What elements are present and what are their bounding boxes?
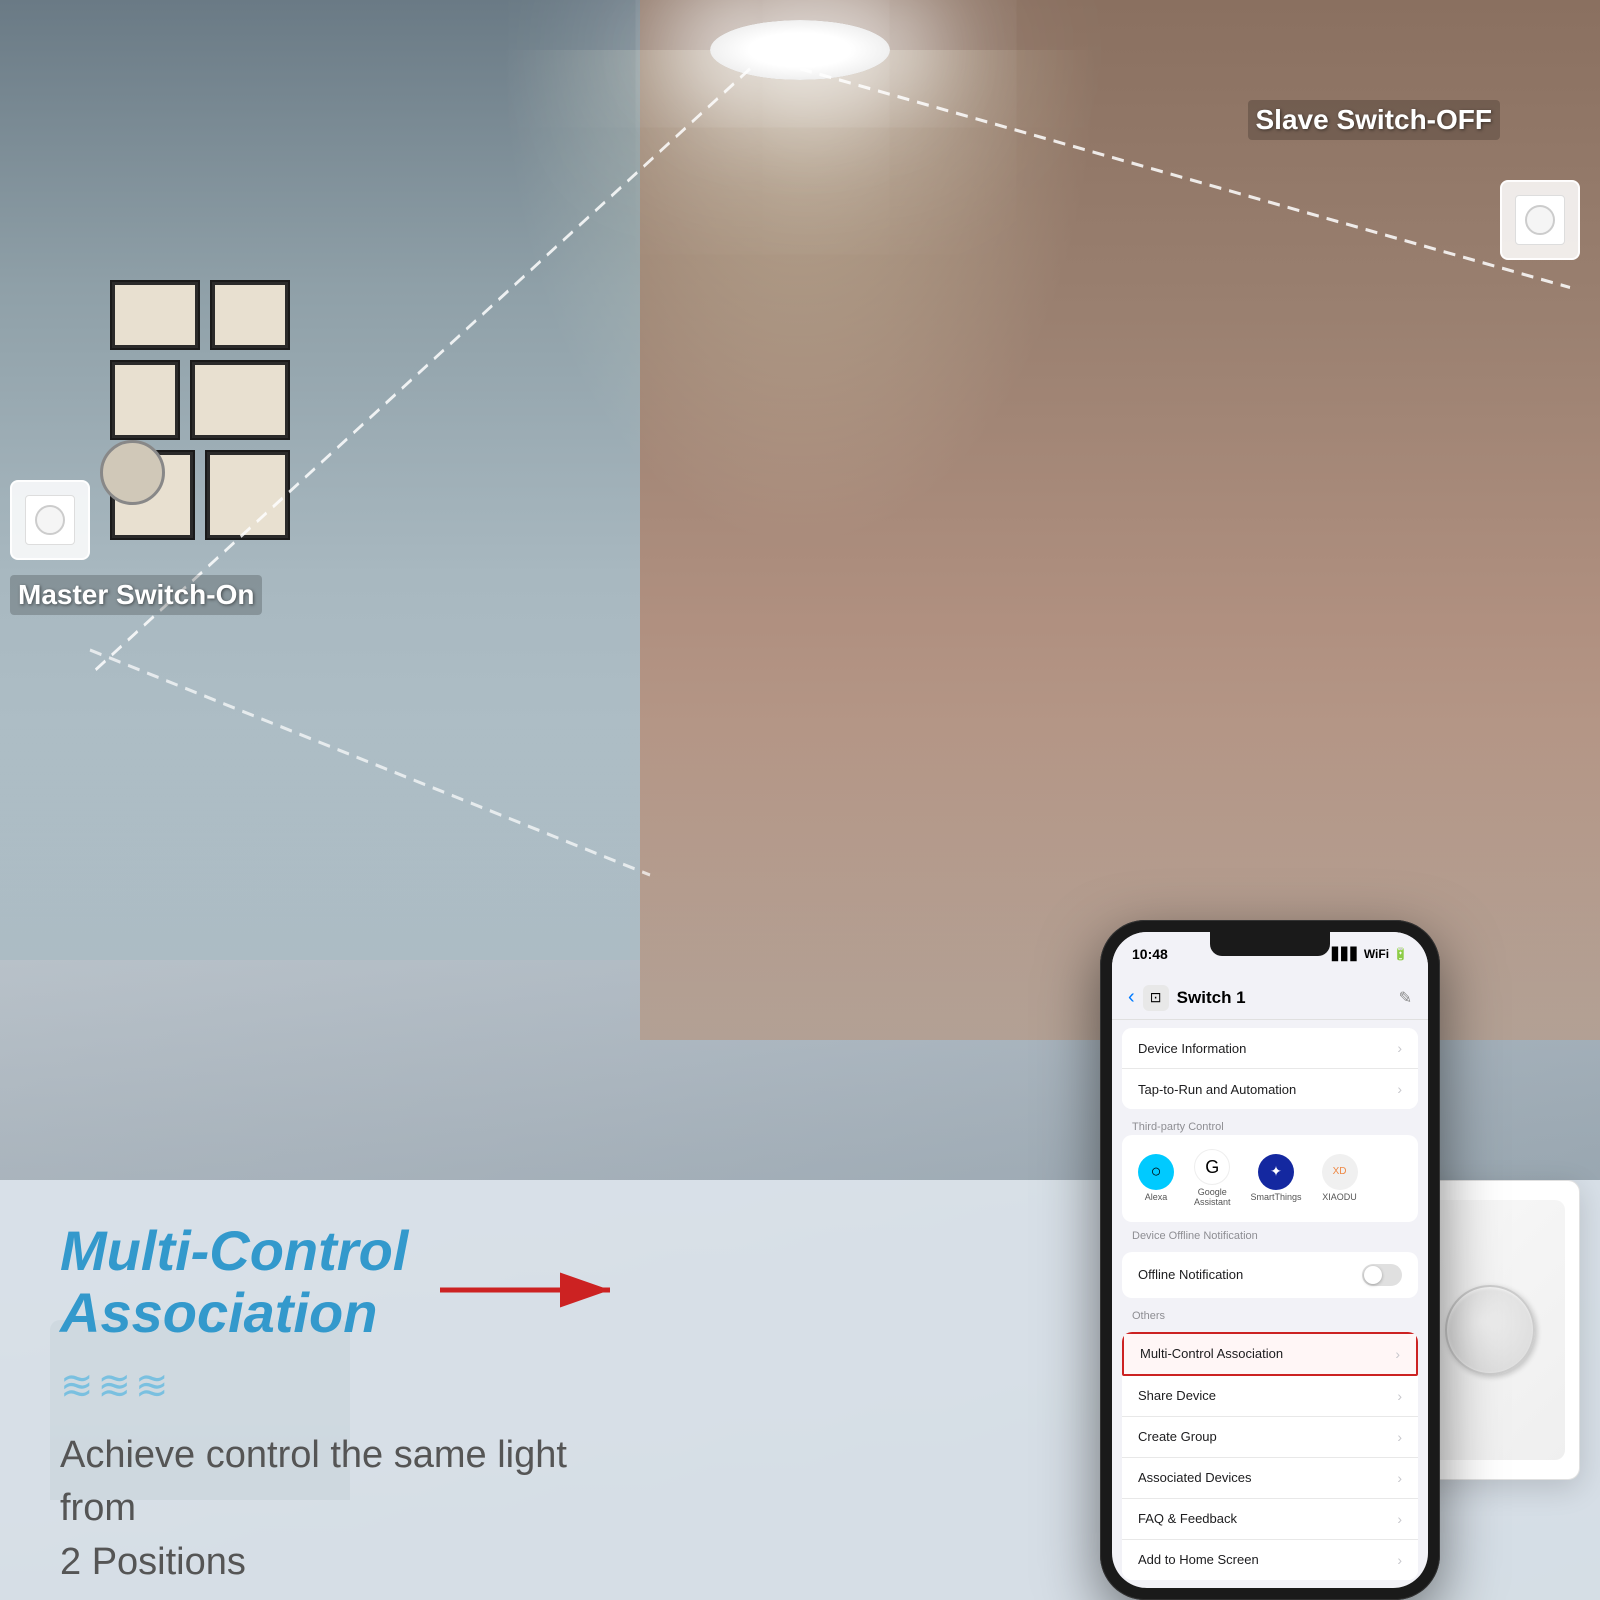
- xiaodu-icon-item[interactable]: XD XIAODU: [1322, 1154, 1358, 1203]
- master-switch-inner: [25, 495, 75, 545]
- others-section-label: Others: [1112, 1306, 1428, 1324]
- offline-section-label: Device Offline Notification: [1112, 1226, 1428, 1244]
- share-device-label: Share Device: [1138, 1388, 1216, 1403]
- menu-item-tap-run[interactable]: Tap-to-Run and Automation ›: [1122, 1069, 1418, 1109]
- switch-button: [1445, 1285, 1535, 1375]
- faq-label: FAQ & Feedback: [1138, 1511, 1237, 1526]
- alexa-circle: ○: [1138, 1154, 1174, 1190]
- menu-item-offline[interactable]: Offline Notification: [1122, 1252, 1418, 1298]
- phone-screen: 10:48 ▋▋▋ WiFi 🔋 ‹ ⊡ Switch 1 ✎ Device I…: [1112, 932, 1428, 1588]
- associated-devices-arrow: ›: [1397, 1470, 1402, 1486]
- description-line2: 2 Positions: [60, 1541, 246, 1583]
- menu-item-device-info[interactable]: Device Information ›: [1122, 1028, 1418, 1069]
- xiaodu-label: XIAODU: [1322, 1193, 1357, 1203]
- description-line1: Achieve control the same light from: [60, 1434, 567, 1529]
- google-label: GoogleAssistant: [1194, 1188, 1231, 1208]
- create-group-arrow: ›: [1397, 1429, 1402, 1445]
- create-group-label: Create Group: [1138, 1429, 1217, 1444]
- feature-description: Achieve control the same light from 2 Po…: [60, 1429, 620, 1589]
- menu-section-offline: Offline Notification: [1122, 1252, 1418, 1298]
- menu-item-share-device[interactable]: Share Device ›: [1122, 1376, 1418, 1417]
- menu-item-create-group[interactable]: Create Group ›: [1122, 1417, 1418, 1458]
- master-switch-box: [10, 480, 90, 560]
- multi-control-label: Multi-Control Association: [1140, 1346, 1283, 1361]
- menu-section-others: Multi-Control Association › Share Device…: [1122, 1332, 1418, 1580]
- nav-title: Switch 1: [1177, 988, 1246, 1008]
- device-icon: ⊡: [1143, 985, 1169, 1011]
- light-ray: [500, 50, 1100, 550]
- offline-label: Offline Notification: [1138, 1267, 1243, 1282]
- menu-item-associated-devices[interactable]: Associated Devices ›: [1122, 1458, 1418, 1499]
- device-info-label: Device Information: [1138, 1041, 1246, 1056]
- status-time: 10:48: [1132, 946, 1168, 962]
- feature-title: Multi-Control Association: [60, 1220, 620, 1343]
- wall-frames: [110, 280, 330, 560]
- slave-switch-inner: [1515, 195, 1565, 245]
- add-home-label: Add to Home Screen: [1138, 1552, 1259, 1567]
- menu-section-main: Device Information › Tap-to-Run and Auto…: [1122, 1028, 1418, 1109]
- device-info-arrow: ›: [1397, 1040, 1402, 1056]
- wifi-icon: WiFi: [1364, 947, 1389, 961]
- signal-icon: ▋▋▋: [1332, 947, 1360, 961]
- master-switch-label: Master Switch-On: [10, 575, 262, 615]
- back-button[interactable]: ‹: [1128, 986, 1135, 1009]
- associated-devices-label: Associated Devices: [1138, 1470, 1251, 1485]
- smartthings-label: SmartThings: [1251, 1193, 1302, 1203]
- menu-item-faq[interactable]: FAQ & Feedback ›: [1122, 1499, 1418, 1540]
- multi-control-arrow: ›: [1395, 1346, 1400, 1362]
- phone-outer: 10:48 ▋▋▋ WiFi 🔋 ‹ ⊡ Switch 1 ✎ Device I…: [1100, 920, 1440, 1600]
- third-party-section: ○ Alexa G GoogleAssistant ✦ SmartThings …: [1122, 1135, 1418, 1222]
- ceiling-light: [710, 20, 890, 80]
- phone-notch: [1210, 932, 1330, 956]
- wall-clock: [100, 440, 165, 505]
- battery-icon: 🔋: [1393, 947, 1408, 961]
- nav-bar: ‹ ⊡ Switch 1 ✎: [1112, 976, 1428, 1020]
- smartthings-icon-item[interactable]: ✦ SmartThings: [1251, 1154, 1302, 1203]
- edit-button[interactable]: ✎: [1399, 988, 1412, 1008]
- tap-run-arrow: ›: [1397, 1081, 1402, 1097]
- alexa-label: Alexa: [1145, 1193, 1168, 1203]
- phone-mockup: 10:48 ▋▋▋ WiFi 🔋 ‹ ⊡ Switch 1 ✎ Device I…: [1100, 920, 1440, 1600]
- master-switch-circle: [35, 505, 65, 535]
- google-circle: G: [1194, 1149, 1230, 1185]
- slave-switch-circle: [1525, 205, 1555, 235]
- xiaodu-circle: XD: [1322, 1154, 1358, 1190]
- faq-arrow: ›: [1397, 1511, 1402, 1527]
- smartthings-circle: ✦: [1258, 1154, 1294, 1190]
- slave-switch-box: [1500, 180, 1580, 260]
- alexa-icon-item[interactable]: ○ Alexa: [1138, 1154, 1174, 1203]
- wave-decoration: ≋≋≋: [60, 1363, 620, 1409]
- third-party-icons: ○ Alexa G GoogleAssistant ✦ SmartThings …: [1138, 1145, 1402, 1212]
- tap-run-label: Tap-to-Run and Automation: [1138, 1082, 1296, 1097]
- share-device-arrow: ›: [1397, 1388, 1402, 1404]
- toggle-thumb: [1364, 1266, 1382, 1284]
- text-content: Multi-Control Association ≋≋≋ Achieve co…: [60, 1220, 620, 1589]
- menu-item-multi-control[interactable]: Multi-Control Association ›: [1122, 1332, 1418, 1376]
- menu-item-add-home[interactable]: Add to Home Screen ›: [1122, 1540, 1418, 1580]
- third-party-section-label: Third-party Control: [1112, 1117, 1428, 1135]
- add-home-arrow: ›: [1397, 1552, 1402, 1568]
- google-icon-item[interactable]: G GoogleAssistant: [1194, 1149, 1231, 1208]
- status-icons: ▋▋▋ WiFi 🔋: [1332, 947, 1408, 961]
- offline-toggle[interactable]: [1362, 1264, 1402, 1286]
- slave-switch-label: Slave Switch-OFF: [1248, 100, 1501, 140]
